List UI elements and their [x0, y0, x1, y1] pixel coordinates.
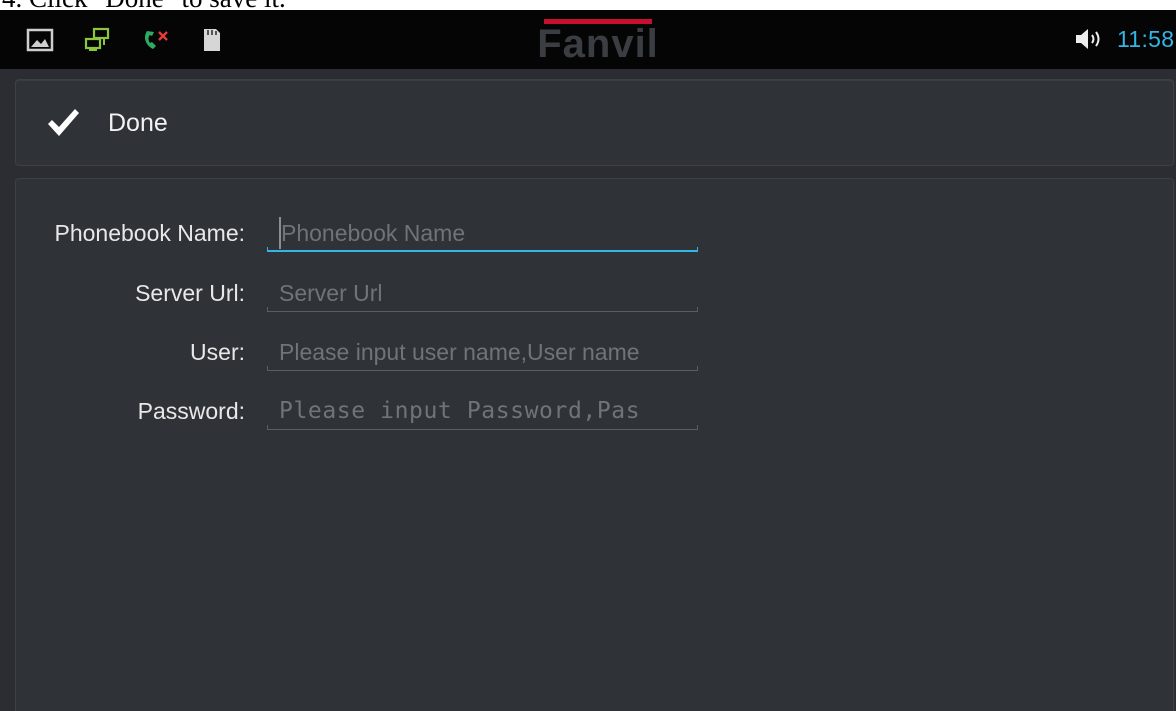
input-underline [267, 425, 698, 430]
password-label: Password: [137, 398, 245, 424]
input-underline [267, 247, 698, 252]
network-icon [84, 27, 110, 51]
checkmark-icon [48, 109, 79, 136]
phonebook-name-label: Phonebook Name: [54, 220, 245, 246]
phonebook-form: Phonebook Name: Phonebook Name Server Ur… [15, 178, 1174, 711]
user-input[interactable]: Please input user name,User name [267, 328, 698, 374]
phonebook-name-input[interactable]: Phonebook Name [267, 209, 698, 255]
action-bar: Done [15, 79, 1174, 166]
input-underline [267, 307, 698, 312]
server-url-placeholder: Server Url [279, 280, 383, 306]
done-label: Done [108, 109, 168, 137]
status-bar: Fanvil 11:58 [0, 10, 1176, 69]
user-label: User: [190, 339, 245, 365]
sd-card-icon [204, 29, 220, 51]
phone-screen: Fanvil 11:58 Done Phonebook Name: Phoneb… [0, 10, 1176, 711]
status-clock: 11:58 [1117, 26, 1175, 52]
password-input[interactable]: Please input Password,Pas [267, 387, 698, 433]
phonebook-name-placeholder: Phonebook Name [281, 220, 466, 246]
done-button[interactable]: Done [16, 80, 216, 165]
server-url-label: Server Url: [135, 280, 245, 306]
user-placeholder: Please input user name,User name [279, 339, 640, 365]
password-placeholder: Please input Password,Pas [279, 398, 641, 424]
svg-text:Fanvil: Fanvil [537, 22, 659, 62]
volume-icon [1076, 29, 1100, 49]
missed-call-icon [145, 31, 168, 49]
document-caption: 4. Click "Done" to save it. [0, 0, 1176, 10]
server-url-input[interactable]: Server Url [267, 269, 698, 315]
brand-logo: Fanvil [537, 19, 659, 62]
gallery-icon [26, 28, 54, 52]
input-underline [267, 366, 698, 371]
